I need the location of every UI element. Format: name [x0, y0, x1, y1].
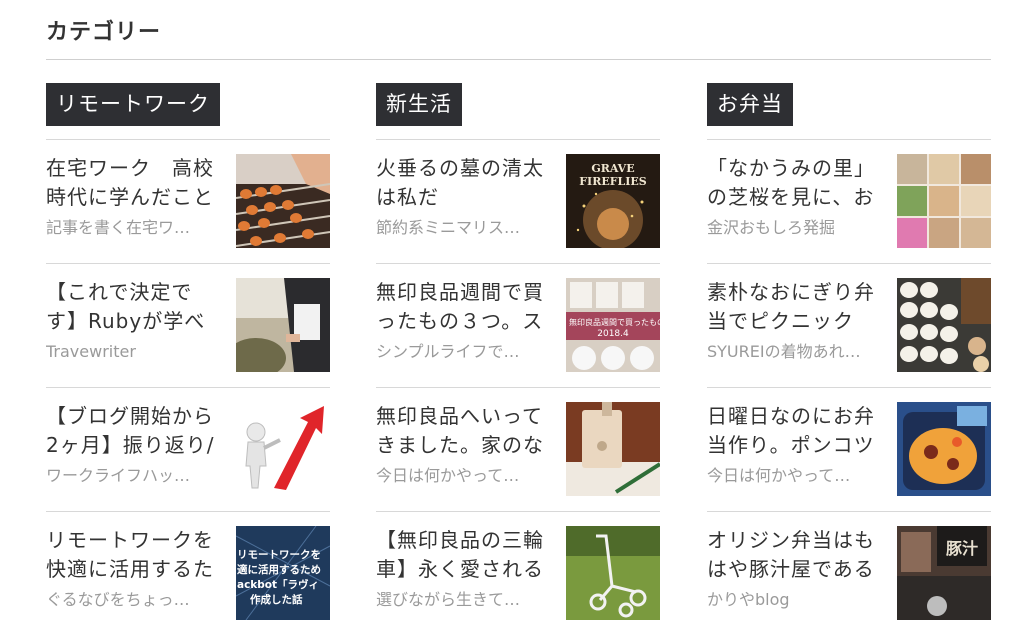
- entry-title[interactable]: リモートワークを快適に活用するた: [46, 526, 222, 584]
- entry-blog-name[interactable]: シンプルライフで…: [376, 341, 546, 363]
- category-label-bento[interactable]: お弁当: [707, 83, 793, 126]
- growth-arrow-figure-image[interactable]: [236, 402, 330, 496]
- shop-sign-text: 豚汁: [946, 539, 978, 558]
- entry-title[interactable]: 素朴なおにぎり弁当でピクニック: [707, 278, 883, 336]
- entry-card[interactable]: 【これで決定です】Rubyが学べ Travewriter: [46, 264, 330, 388]
- tonjiru-shop-image[interactable]: 豚汁: [897, 526, 991, 620]
- banner-text-line4: 作成した話: [250, 593, 303, 606]
- tricycle-image[interactable]: [566, 526, 660, 620]
- entry-title[interactable]: 【これで決定です】Rubyが学べ: [46, 278, 222, 336]
- entry-title[interactable]: 無印良品へいってきました。家のな: [376, 402, 552, 460]
- category-column-new-life: 新生活 火垂るの墓の清太は私だ 節約系ミニマリス… GRAVE FIREFLIE…: [376, 83, 660, 635]
- entry-blog-name[interactable]: SYUREIの着物あれ…: [707, 341, 877, 363]
- category-widget: カテゴリー リモートワーク 在宅ワーク 高校時代に学んだこと 記事を書く在宅ワ…: [0, 0, 1024, 634]
- entry-blog-name[interactable]: Travewriter: [46, 341, 216, 363]
- entry-card[interactable]: リモートワークを快適に活用するた ぐるなびをちょっ… リモートワークを 適に活用…: [46, 512, 330, 635]
- entry-title[interactable]: 在宅ワーク 高校時代に学んだこと: [46, 154, 222, 212]
- onigiri-bento-image[interactable]: [897, 278, 991, 372]
- entry-card[interactable]: 日曜日なのにお弁当作り。ポンコツ 今日は何かやって…: [707, 388, 991, 512]
- remote-work-banner-image[interactable]: リモートワークを 適に活用するため ackbot「ラヴィ 作成した話: [236, 526, 330, 620]
- entry-blog-name[interactable]: 今日は何かやって…: [376, 465, 546, 487]
- entry-card[interactable]: 無印良品へいってきました。家のな 今日は何かやって…: [376, 388, 660, 512]
- entry-card[interactable]: 「なかうみの里」の芝桜を見に、お 金沢おもしろ発掘: [707, 140, 991, 264]
- section-title: カテゴリー: [46, 20, 162, 45]
- entry-title[interactable]: 無印良品週間で買ったもの３つ。ス: [376, 278, 552, 336]
- entry-card[interactable]: 【ブログ開始から2ヶ月】振り返り/ ワークライフハッ…: [46, 388, 330, 512]
- muji-products-image[interactable]: 無印良品週間で買ったもの 2018.4: [566, 278, 660, 372]
- entry-card[interactable]: 火垂るの墓の清太は私だ 節約系ミニマリス… GRAVE FIREFLIES: [376, 140, 660, 264]
- entry-blog-name[interactable]: ワークライフハッ…: [46, 465, 216, 487]
- entry-title[interactable]: 「なかうみの里」の芝桜を見に、お: [707, 154, 883, 212]
- entry-blog-name[interactable]: 選びながら生きて…: [376, 589, 546, 611]
- category-column-remote-work: リモートワーク 在宅ワーク 高校時代に学んだこと 記事を書く在宅ワ… 【これで決…: [46, 83, 330, 635]
- pencil-sharpener-image[interactable]: [566, 402, 660, 496]
- entry-title[interactable]: オリジン弁当はもはや豚汁屋である: [707, 526, 883, 584]
- banner-text-line3: ackbot「ラヴィ: [237, 578, 319, 591]
- entry-title[interactable]: 【無印良品の三輪車】永く愛される: [376, 526, 552, 584]
- person-holding-laptop-image[interactable]: [236, 278, 330, 372]
- abacus-image[interactable]: [236, 154, 330, 248]
- lunch-box-image[interactable]: [897, 402, 991, 496]
- entry-card[interactable]: 在宅ワーク 高校時代に学んだこと 記事を書く在宅ワ…: [46, 140, 330, 264]
- category-label-new-life[interactable]: 新生活: [376, 83, 462, 126]
- poster-title-line2: FIREFLIES: [579, 175, 647, 188]
- entry-title[interactable]: 【ブログ開始から2ヶ月】振り返り/: [46, 402, 222, 460]
- entry-blog-name[interactable]: 節約系ミニマリス…: [376, 217, 546, 239]
- banner-text-line1: リモートワークを: [237, 549, 321, 561]
- muji-date-text: 2018.4: [597, 329, 629, 339]
- entry-card[interactable]: オリジン弁当はもはや豚汁屋である かりやblog 豚汁: [707, 512, 991, 635]
- poster-title-line1: GRAVE: [591, 162, 634, 175]
- entry-blog-name[interactable]: かりやblog: [707, 589, 877, 611]
- bento-collage-image[interactable]: [897, 154, 991, 248]
- category-column-bento: お弁当 「なかうみの里」の芝桜を見に、お 金沢おもしろ発掘 素朴なおにぎり弁当で…: [707, 83, 991, 635]
- movie-poster-image[interactable]: GRAVE FIREFLIES: [566, 154, 660, 248]
- entry-card[interactable]: 素朴なおにぎり弁当でピクニック SYUREIの着物あれ…: [707, 264, 991, 388]
- entry-blog-name[interactable]: ぐるなびをちょっ…: [46, 589, 216, 611]
- category-label-remote-work[interactable]: リモートワーク: [46, 83, 220, 126]
- muji-caption-text: 無印良品週間で買ったもの: [569, 317, 660, 327]
- title-divider: [46, 59, 991, 60]
- entry-blog-name[interactable]: 今日は何かやって…: [707, 465, 877, 487]
- entry-title[interactable]: 火垂るの墓の清太は私だ: [376, 154, 552, 212]
- entry-card[interactable]: 【無印良品の三輪車】永く愛される 選びながら生きて…: [376, 512, 660, 635]
- banner-text-line2: 適に活用するため: [237, 563, 321, 576]
- entry-title[interactable]: 日曜日なのにお弁当作り。ポンコツ: [707, 402, 883, 460]
- entry-blog-name[interactable]: 記事を書く在宅ワ…: [46, 217, 216, 239]
- entry-blog-name[interactable]: 金沢おもしろ発掘: [707, 217, 877, 239]
- entry-card[interactable]: 無印良品週間で買ったもの３つ。ス シンプルライフで… 無印良品週間で買ったもの …: [376, 264, 660, 388]
